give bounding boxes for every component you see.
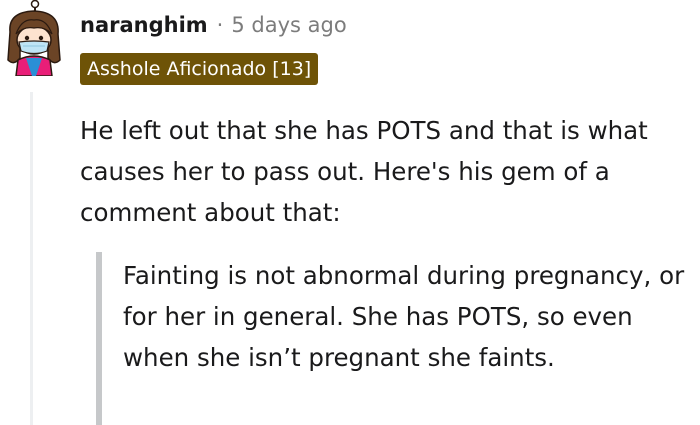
quote-text: Fainting is not abnormal during pregnanc…: [123, 261, 685, 372]
comment: naranghim · 5 days ago Asshole Aficionad…: [0, 0, 700, 425]
thread-line[interactable]: [30, 92, 33, 425]
comment-body: He left out that she has POTS and that i…: [80, 116, 648, 227]
comment-timestamp[interactable]: 5 days ago: [231, 13, 346, 37]
blockquote: Fainting is not abnormal during pregnanc…: [96, 252, 700, 425]
user-avatar[interactable]: [2, 0, 66, 77]
snoo-avatar-icon: [7, 0, 61, 77]
comment-meta: naranghim · 5 days ago: [80, 8, 347, 42]
author-name[interactable]: naranghim: [80, 13, 208, 37]
user-flair-badge: Asshole Aficionado [13]: [80, 53, 319, 85]
meta-separator: ·: [216, 13, 224, 37]
